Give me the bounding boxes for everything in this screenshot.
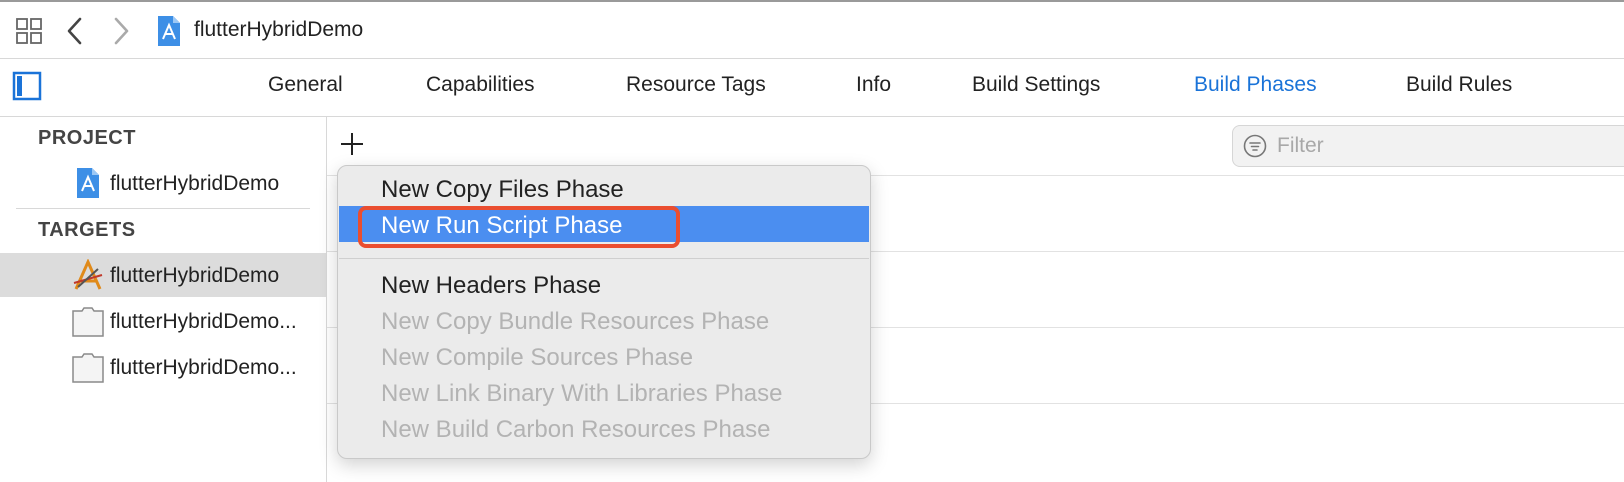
grid-icon[interactable] [16,18,42,44]
sidebar-item-target-uitests[interactable]: flutterHybridDemo... [0,345,326,389]
tab-capabilities[interactable]: Capabilities [426,73,535,97]
menu-item-new-copy-bundle-resources-phase: New Copy Bundle Resources Phase [339,302,869,338]
project-navigator-sidebar: PROJECT flutterHybridDemo TARGETS flutte… [0,117,327,482]
back-arrow-icon[interactable] [64,16,86,46]
tab-general[interactable]: General [268,73,343,97]
sidebar-item-label: flutterHybridDemo [110,172,280,195]
tab-resource-tags[interactable]: Resource Tags [626,73,766,97]
menu-item-label: New Run Script Phase [381,212,623,239]
navigator-toolbar: flutterHybridDemo [0,2,1624,59]
sidebar-item-project[interactable]: flutterHybridDemo [0,161,326,205]
menu-item-new-compile-sources-phase: New Compile Sources Phase [339,338,869,374]
menu-item-new-link-binary-phase: New Link Binary With Libraries Phase [339,374,869,410]
filter-field[interactable] [1232,125,1624,167]
targets-section-header: TARGETS [38,219,136,241]
menu-item-label: New Build Carbon Resources Phase [381,416,771,443]
editor-tabs-bar: General Capabilities Resource Tags Info … [0,59,1624,117]
test-bundle-icon [72,353,104,383]
sidebar-toggle-icon[interactable] [12,71,42,101]
tab-build-rules[interactable]: Build Rules [1406,73,1512,97]
menu-item-label: New Copy Bundle Resources Phase [381,308,770,335]
filter-icon [1243,134,1267,158]
menu-item-new-headers-phase[interactable]: New Headers Phase [339,266,869,302]
menu-item-label: New Compile Sources Phase [381,344,694,371]
tab-build-settings[interactable]: Build Settings [972,73,1100,97]
menu-item-new-copy-files-phase[interactable]: New Copy Files Phase [339,170,869,206]
sidebar-item-label: flutterHybridDemo... [110,310,297,333]
tab-info[interactable]: Info [856,73,891,97]
menu-item-label: New Link Binary With Libraries Phase [381,380,783,407]
test-bundle-icon [72,307,104,337]
tab-build-phases[interactable]: Build Phases [1194,73,1317,97]
sidebar-item-target-app[interactable]: flutterHybridDemo [0,253,326,297]
project-title[interactable]: flutterHybridDemo [194,18,363,42]
app-target-icon [73,259,103,290]
menu-item-new-run-script-phase[interactable]: New Run Script Phase [339,206,869,242]
menu-separator [339,258,869,259]
sidebar-item-label: flutterHybridDemo [110,264,280,287]
add-phase-button[interactable] [339,131,365,157]
menu-item-new-build-carbon-resources-phase: New Build Carbon Resources Phase [339,410,869,446]
add-phase-menu: New Copy Files Phase New Run Script Phas… [337,165,871,459]
project-file-icon [77,168,99,198]
menu-item-label: New Headers Phase [381,272,602,299]
menu-item-label: New Copy Files Phase [381,176,624,203]
sidebar-item-target-tests[interactable]: flutterHybridDemo... [0,299,326,343]
project-section-header: PROJECT [38,127,136,149]
sidebar-item-label: flutterHybridDemo... [110,356,297,379]
sidebar-divider [16,208,310,209]
filter-input[interactable] [1277,132,1617,160]
forward-arrow-icon[interactable] [110,16,132,46]
project-file-icon [158,16,180,46]
